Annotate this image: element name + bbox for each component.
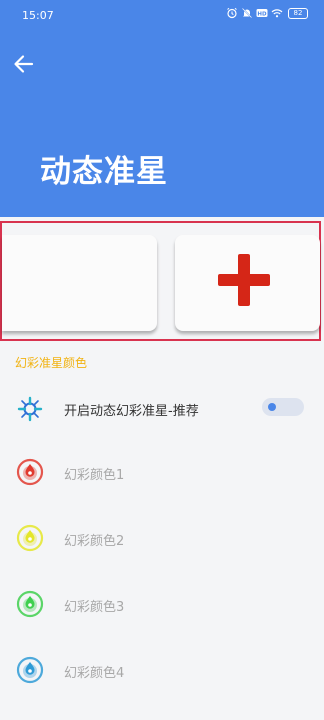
- toggle-knob: [268, 403, 276, 411]
- back-button[interactable]: [10, 50, 38, 78]
- hd-icon: HD: [256, 7, 268, 19]
- color-option-label: 幻彩颜色4: [64, 666, 125, 681]
- color-option-1[interactable]: 幻彩颜色1: [0, 452, 324, 512]
- color-option-label: 幻彩颜色1: [64, 468, 125, 483]
- wifi-icon: [271, 7, 283, 19]
- status-icons: HD 82: [226, 7, 308, 19]
- dynamic-crosshair-toggle[interactable]: [262, 398, 304, 416]
- color-option-label: 幻彩颜色3: [64, 600, 125, 615]
- alarm-icon: [226, 7, 238, 19]
- crosshair-plus-icon: [214, 250, 274, 310]
- crosshair-preview-blank-card[interactable]: [2, 235, 157, 331]
- color-swatch-icon: [15, 589, 45, 619]
- color-swatch-icon: [15, 457, 45, 487]
- color-option-3[interactable]: 幻彩颜色3: [0, 584, 324, 644]
- crosshair-settings-icon: [15, 394, 45, 424]
- color-swatch-icon: [15, 655, 45, 685]
- back-arrow-icon: [14, 55, 34, 73]
- page-title: 动态准星: [40, 154, 168, 190]
- status-bar: 15:07 HD 82: [0, 0, 324, 30]
- color-option-4[interactable]: 幻彩颜色4: [0, 650, 324, 710]
- header-bar: 15:07 HD 82 动态准星: [0, 0, 324, 217]
- toggle-label: 开启动态幻彩准星-推荐: [64, 404, 199, 419]
- color-swatch-icon: [15, 523, 45, 553]
- section-label: 幻彩准星颜色: [15, 356, 88, 370]
- color-option-2[interactable]: 幻彩颜色2: [0, 518, 324, 578]
- mute-bell-icon: [241, 7, 253, 19]
- crosshair-preview: [0, 221, 321, 341]
- crosshair-preview-card[interactable]: [175, 235, 320, 331]
- svg-text:HD: HD: [257, 11, 267, 17]
- color-option-label: 幻彩颜色2: [64, 534, 125, 549]
- dynamic-crosshair-toggle-row[interactable]: 开启动态幻彩准星-推荐: [0, 394, 324, 454]
- battery-icon: 82: [288, 7, 308, 19]
- status-time: 15:07: [22, 9, 54, 22]
